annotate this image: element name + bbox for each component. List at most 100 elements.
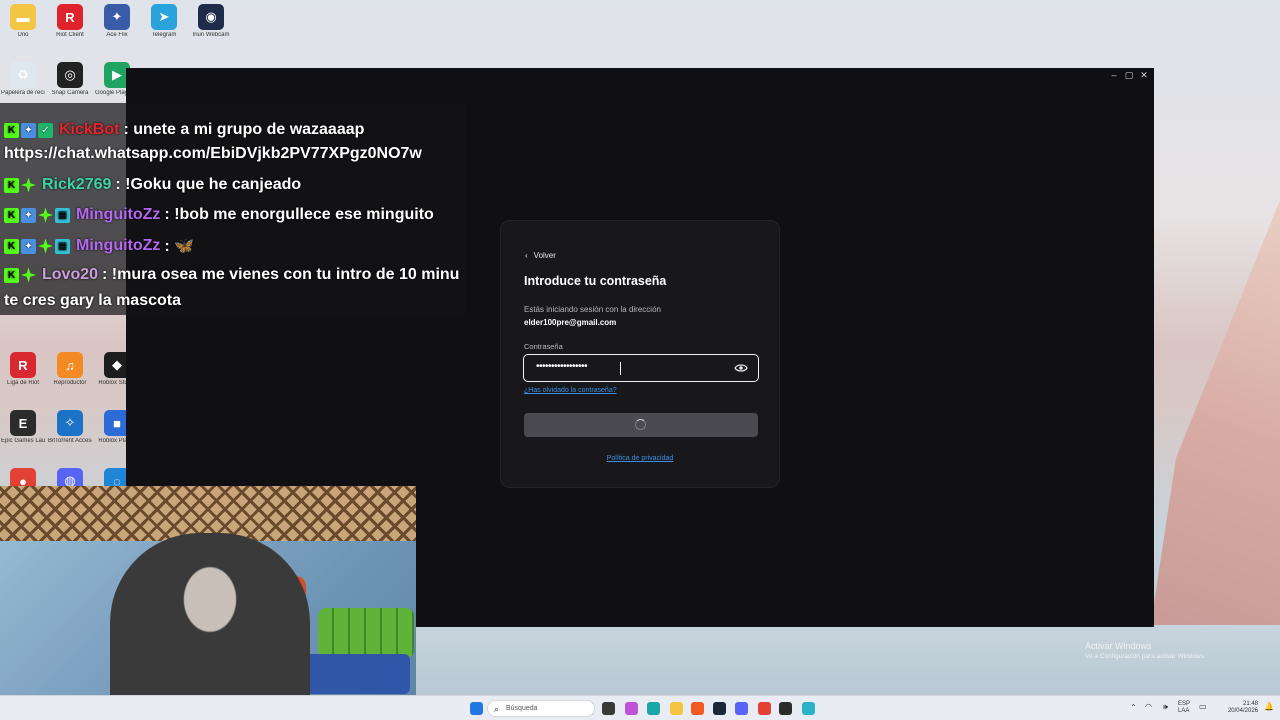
- app-icon: ◉: [198, 4, 224, 30]
- close-button[interactable]: ✕: [1136, 70, 1152, 81]
- sparkle-badge-icon: [38, 238, 53, 254]
- wallpaper-dune: [1150, 200, 1280, 630]
- webcam-overlay: [0, 486, 416, 720]
- desktop-icon[interactable]: ♻ Papelera de reciclaje: [1, 62, 45, 97]
- language-indicator[interactable]: ESP LAA: [1178, 701, 1190, 715]
- desktop-icon[interactable]: ♫ Reproductor: [48, 352, 92, 387]
- app-icon: R: [57, 4, 83, 30]
- chat-message: K ✦ ▦ MinguitoZz: 🦋: [4, 236, 194, 256]
- desktop-icon-label: Epic Games Launcher: [1, 438, 45, 444]
- sparkle-badge-icon: [21, 267, 36, 283]
- desktop-icon[interactable]: ✧ BitTorrent Acceso directo: [48, 410, 92, 445]
- app-icon: ♫: [57, 352, 83, 378]
- file-explorer-icon[interactable]: [670, 702, 683, 715]
- activate-windows-watermark: Activar Windows Ve a Configuración para …: [1085, 641, 1206, 660]
- kick-badge-icon: K: [4, 238, 19, 254]
- back-label: Volver: [533, 251, 556, 260]
- chat-username[interactable]: Lovo20: [42, 266, 98, 284]
- chat-text: : !Goku que he canjeado: [115, 176, 302, 193]
- back-link[interactable]: ‹ Volver: [525, 251, 556, 260]
- wifi-icon[interactable]: ◠: [1145, 703, 1152, 711]
- clock[interactable]: 21:48 20/04/2026: [1212, 701, 1258, 715]
- app-icon: ◎: [57, 62, 83, 88]
- discord-icon[interactable]: [735, 702, 748, 715]
- chat-text: : 🦋: [164, 238, 195, 255]
- webcam-couch: [300, 654, 410, 694]
- watermark-title: Activar Windows: [1085, 641, 1152, 651]
- subscriber-badge-icon: ✦: [21, 122, 36, 138]
- taskbar-search[interactable]: ⌕ Búsqueda: [487, 700, 595, 717]
- continue-button[interactable]: [524, 413, 758, 437]
- page-title: Introduce tu contraseña: [524, 274, 667, 288]
- desktop-icon[interactable]: ▬ Uno: [1, 4, 45, 39]
- clock-date: 20/04/2026: [1227, 708, 1258, 714]
- privacy-policy-link[interactable]: Política de privacidad: [501, 455, 779, 462]
- forgot-password-link[interactable]: ¿Has olvidado la contraseña?: [524, 387, 617, 394]
- steam-icon[interactable]: [713, 702, 726, 715]
- chat-message: K Lovo20: !mura osea me vienes con tu int…: [4, 266, 459, 284]
- chevron-up-icon[interactable]: ⌃: [1130, 704, 1137, 712]
- desktop-icon-label: Snap Camera: [51, 90, 89, 96]
- maximize-button[interactable]: ▢: [1121, 70, 1137, 81]
- verified-badge-icon: ✓: [38, 122, 53, 138]
- app-icon: ➤: [151, 4, 177, 30]
- start-icon[interactable]: [470, 702, 483, 715]
- password-field[interactable]: •••••••••••••••••: [523, 354, 759, 382]
- chat-username[interactable]: KickBot: [59, 121, 119, 139]
- chrome-icon[interactable]: [758, 702, 771, 715]
- signin-email: elder100pre@gmail.com: [524, 318, 617, 327]
- desktop-icon[interactable]: ◎ Snap Camera: [48, 62, 92, 97]
- desktop-icon[interactable]: ➤ Telegram: [142, 4, 186, 39]
- app-icon: ✦: [104, 4, 130, 30]
- desktop-icon[interactable]: R Liga de Riot: [1, 352, 45, 387]
- minimize-button[interactable]: –: [1106, 70, 1122, 80]
- desktop-icon[interactable]: R Riot Client: [48, 4, 92, 39]
- desktop-icon-label: Reproductor: [53, 380, 87, 386]
- webcam-tubes: [318, 608, 414, 658]
- edge-icon[interactable]: [647, 702, 660, 715]
- network-icon[interactable]: ▭: [1199, 703, 1207, 711]
- kick-badge-icon: K: [4, 207, 19, 223]
- text-caret: [620, 362, 621, 375]
- app-icon: ✧: [57, 410, 83, 436]
- keyboard-layout: LAA: [1178, 708, 1190, 714]
- taskbar: ⌕ Búsqueda ⌃ ◠ 🕪 ESP LAA ▭ 21:48 20/04/2…: [0, 695, 1280, 720]
- volume-icon[interactable]: 🕪: [1163, 703, 1168, 711]
- kick-badge-icon: K: [4, 177, 19, 193]
- watermark-subtitle: Ve a Configuración para activar Windows.: [1085, 653, 1206, 660]
- subscriber-badge-icon: ✦: [21, 238, 36, 254]
- desktop-icon[interactable]: ◉ Iriun Webcam: [189, 4, 233, 39]
- stream-chat-overlay: K ✦ ✓ KickBot: unete a mi grupo de wazaaaap…: [0, 103, 466, 315]
- show-password-icon[interactable]: [734, 362, 748, 374]
- task-view-icon[interactable]: [602, 702, 615, 715]
- desktop-icon-label: Uno: [17, 32, 29, 38]
- app-icon: E: [10, 410, 36, 436]
- desktop-icon-label: Ace Flix: [106, 32, 128, 38]
- kick-badge-icon: K: [4, 267, 19, 283]
- epic-games-icon[interactable]: [779, 702, 792, 715]
- desktop-icon-label: Papelera de reciclaje: [1, 90, 45, 96]
- desktop-icon-label: Riot Client: [56, 32, 84, 38]
- desktop-icon[interactable]: E Epic Games Launcher: [1, 410, 45, 445]
- copilot-icon[interactable]: [625, 702, 638, 715]
- clock-time: 21:48: [1242, 701, 1258, 707]
- desktop-icon-label: Iriun Webcam: [192, 32, 230, 38]
- webcam-streamer: [110, 533, 310, 720]
- password-label: Contraseña: [524, 342, 563, 351]
- chat-message: K Rick2769: !Goku que he canjeado: [4, 176, 301, 194]
- chat-text: : !bob me enorgullece ese minguito: [164, 206, 434, 223]
- chat-username[interactable]: MinguitoZz: [76, 206, 160, 224]
- search-icon: ⌕: [494, 704, 500, 714]
- window-titlebar[interactable]: – ▢ ✕: [126, 68, 1154, 84]
- desktop-icon[interactable]: ✦ Ace Flix: [95, 4, 139, 39]
- desktop-icon-label: Telegram: [151, 32, 177, 38]
- brave-icon[interactable]: [691, 702, 704, 715]
- password-value: •••••••••••••••••: [536, 361, 588, 372]
- chat-username[interactable]: MinguitoZz: [76, 237, 160, 255]
- calculator-icon[interactable]: [802, 702, 815, 715]
- chat-username[interactable]: Rick2769: [42, 176, 111, 194]
- gift-badge-icon: ▦: [55, 238, 70, 254]
- app-icon: ▬: [10, 4, 36, 30]
- notifications-icon[interactable]: 🔔: [1264, 703, 1274, 711]
- language-code: ESP: [1178, 701, 1191, 707]
